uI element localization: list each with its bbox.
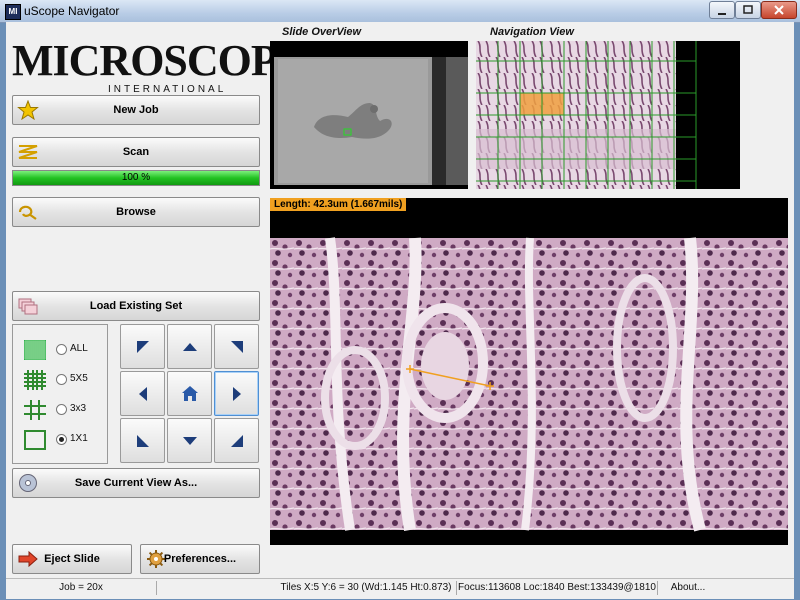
- navigation-view-image: [476, 41, 697, 189]
- new-job-label: New Job: [113, 104, 159, 116]
- tile-option-5x5[interactable]: 5X5: [23, 369, 103, 391]
- nav-up-right-button[interactable]: [214, 324, 259, 369]
- progress-text: 100 %: [121, 172, 151, 183]
- navigation-view-title: Navigation View: [490, 26, 574, 38]
- grid-5x5-icon: [24, 370, 46, 390]
- preferences-label: Preferences...: [163, 553, 237, 565]
- arrow-left-icon: [139, 387, 147, 401]
- radio-3x3[interactable]: [56, 404, 67, 415]
- load-existing-set-label: Load Existing Set: [89, 300, 183, 312]
- close-button[interactable]: [761, 1, 797, 19]
- scan-button[interactable]: Scan: [12, 137, 260, 167]
- radio-1x1[interactable]: [56, 434, 67, 445]
- eject-slide-label: Eject Slide: [44, 553, 100, 565]
- new-job-button[interactable]: New Job: [12, 95, 260, 125]
- tile-size-group: ALL 5X5 3x3 1X1: [12, 324, 108, 464]
- status-focus: Focus:113608 Loc:1840 Best:133439@1810: [457, 581, 658, 595]
- nav-down-left-button[interactable]: [120, 418, 165, 463]
- arrow-down-left-icon: [137, 435, 149, 447]
- microscope-image: [270, 237, 788, 532]
- arrow-down-right-icon: [231, 435, 243, 447]
- main-microscope-view[interactable]: Length: 42.3um (1.667mils): [270, 198, 788, 545]
- window-title: uScope Navigator: [24, 4, 120, 18]
- status-bar: Job = 20x Tiles X:5 Y:6 = 30 (Wd:1.145 H…: [6, 578, 794, 599]
- arrow-up-icon: [183, 343, 197, 351]
- status-job: Job = 20x: [6, 581, 157, 595]
- eject-slide-button[interactable]: Eject Slide: [12, 544, 132, 574]
- grid-all-icon: [24, 340, 46, 360]
- app-icon: MI: [5, 4, 21, 20]
- grid-1x1-icon: [24, 430, 46, 450]
- tile-label-all: ALL: [70, 343, 88, 354]
- nav-down-button[interactable]: [167, 418, 212, 463]
- tile-option-all[interactable]: ALL: [23, 339, 103, 361]
- control-panel: MICROSCOPES INTERNATIONAL New Job Scan 1…: [6, 22, 330, 578]
- save-current-view-label: Save Current View As...: [74, 477, 198, 489]
- save-current-view-button[interactable]: Save Current View As...: [12, 468, 260, 498]
- tile-option-3x3[interactable]: 3x3: [23, 399, 103, 421]
- radio-all[interactable]: [56, 344, 67, 355]
- arrow-down-icon: [183, 437, 197, 445]
- preferences-button[interactable]: Preferences...: [140, 544, 260, 574]
- nav-up-left-button[interactable]: [120, 324, 165, 369]
- nav-up-button[interactable]: [167, 324, 212, 369]
- scan-label: Scan: [122, 146, 150, 158]
- maximize-icon: [743, 5, 753, 14]
- arrow-up-right-icon: [231, 341, 243, 353]
- nav-left-button[interactable]: [120, 371, 165, 416]
- home-icon: [182, 386, 198, 401]
- close-icon: [774, 5, 784, 15]
- nav-right-button[interactable]: [214, 371, 259, 416]
- slide-overview-image: [274, 57, 468, 185]
- company-logo: MICROSCOPES INTERNATIONAL: [12, 36, 330, 98]
- maximize-button[interactable]: [735, 1, 761, 19]
- scan-progress-bar: 100 %: [12, 170, 260, 186]
- minimize-button[interactable]: [709, 1, 735, 19]
- logo-sub-text: INTERNATIONAL: [108, 84, 227, 95]
- tile-label-5x5: 5X5: [70, 373, 88, 384]
- arrow-right-icon: [233, 387, 241, 401]
- load-existing-set-button[interactable]: Load Existing Set: [12, 291, 260, 321]
- tile-label-3x3: 3x3: [70, 403, 87, 414]
- slide-overview-title: Slide OverView: [282, 26, 362, 38]
- arrow-up-left-icon: [137, 341, 149, 353]
- about-link[interactable]: About...: [658, 581, 718, 595]
- browse-label: Browse: [116, 206, 156, 218]
- navigation-pad: [120, 324, 262, 464]
- slide-overview-panel[interactable]: [270, 41, 468, 189]
- measurement-label: Length: 42.3um (1.667mils): [270, 198, 407, 211]
- minimize-icon: [718, 13, 726, 15]
- nav-home-button[interactable]: [167, 371, 212, 416]
- status-tiles: Tiles X:5 Y:6 = 30 (Wd:1.145 Ht:0.873): [276, 581, 457, 595]
- navigation-view-panel[interactable]: [476, 41, 740, 189]
- tile-label-1x1: 1X1: [70, 433, 88, 444]
- grid-3x3-icon: [24, 400, 46, 420]
- nav-down-right-button[interactable]: [214, 418, 259, 463]
- tile-option-1x1[interactable]: 1X1: [23, 429, 103, 451]
- app-window: MI uScope Navigator MICROSCOPES INTERNAT…: [0, 0, 800, 600]
- title-bar: MI uScope Navigator: [0, 0, 800, 23]
- client-area: MICROSCOPES INTERNATIONAL New Job Scan 1…: [6, 22, 794, 578]
- browse-button[interactable]: Browse: [12, 197, 260, 227]
- radio-5x5[interactable]: [56, 374, 67, 385]
